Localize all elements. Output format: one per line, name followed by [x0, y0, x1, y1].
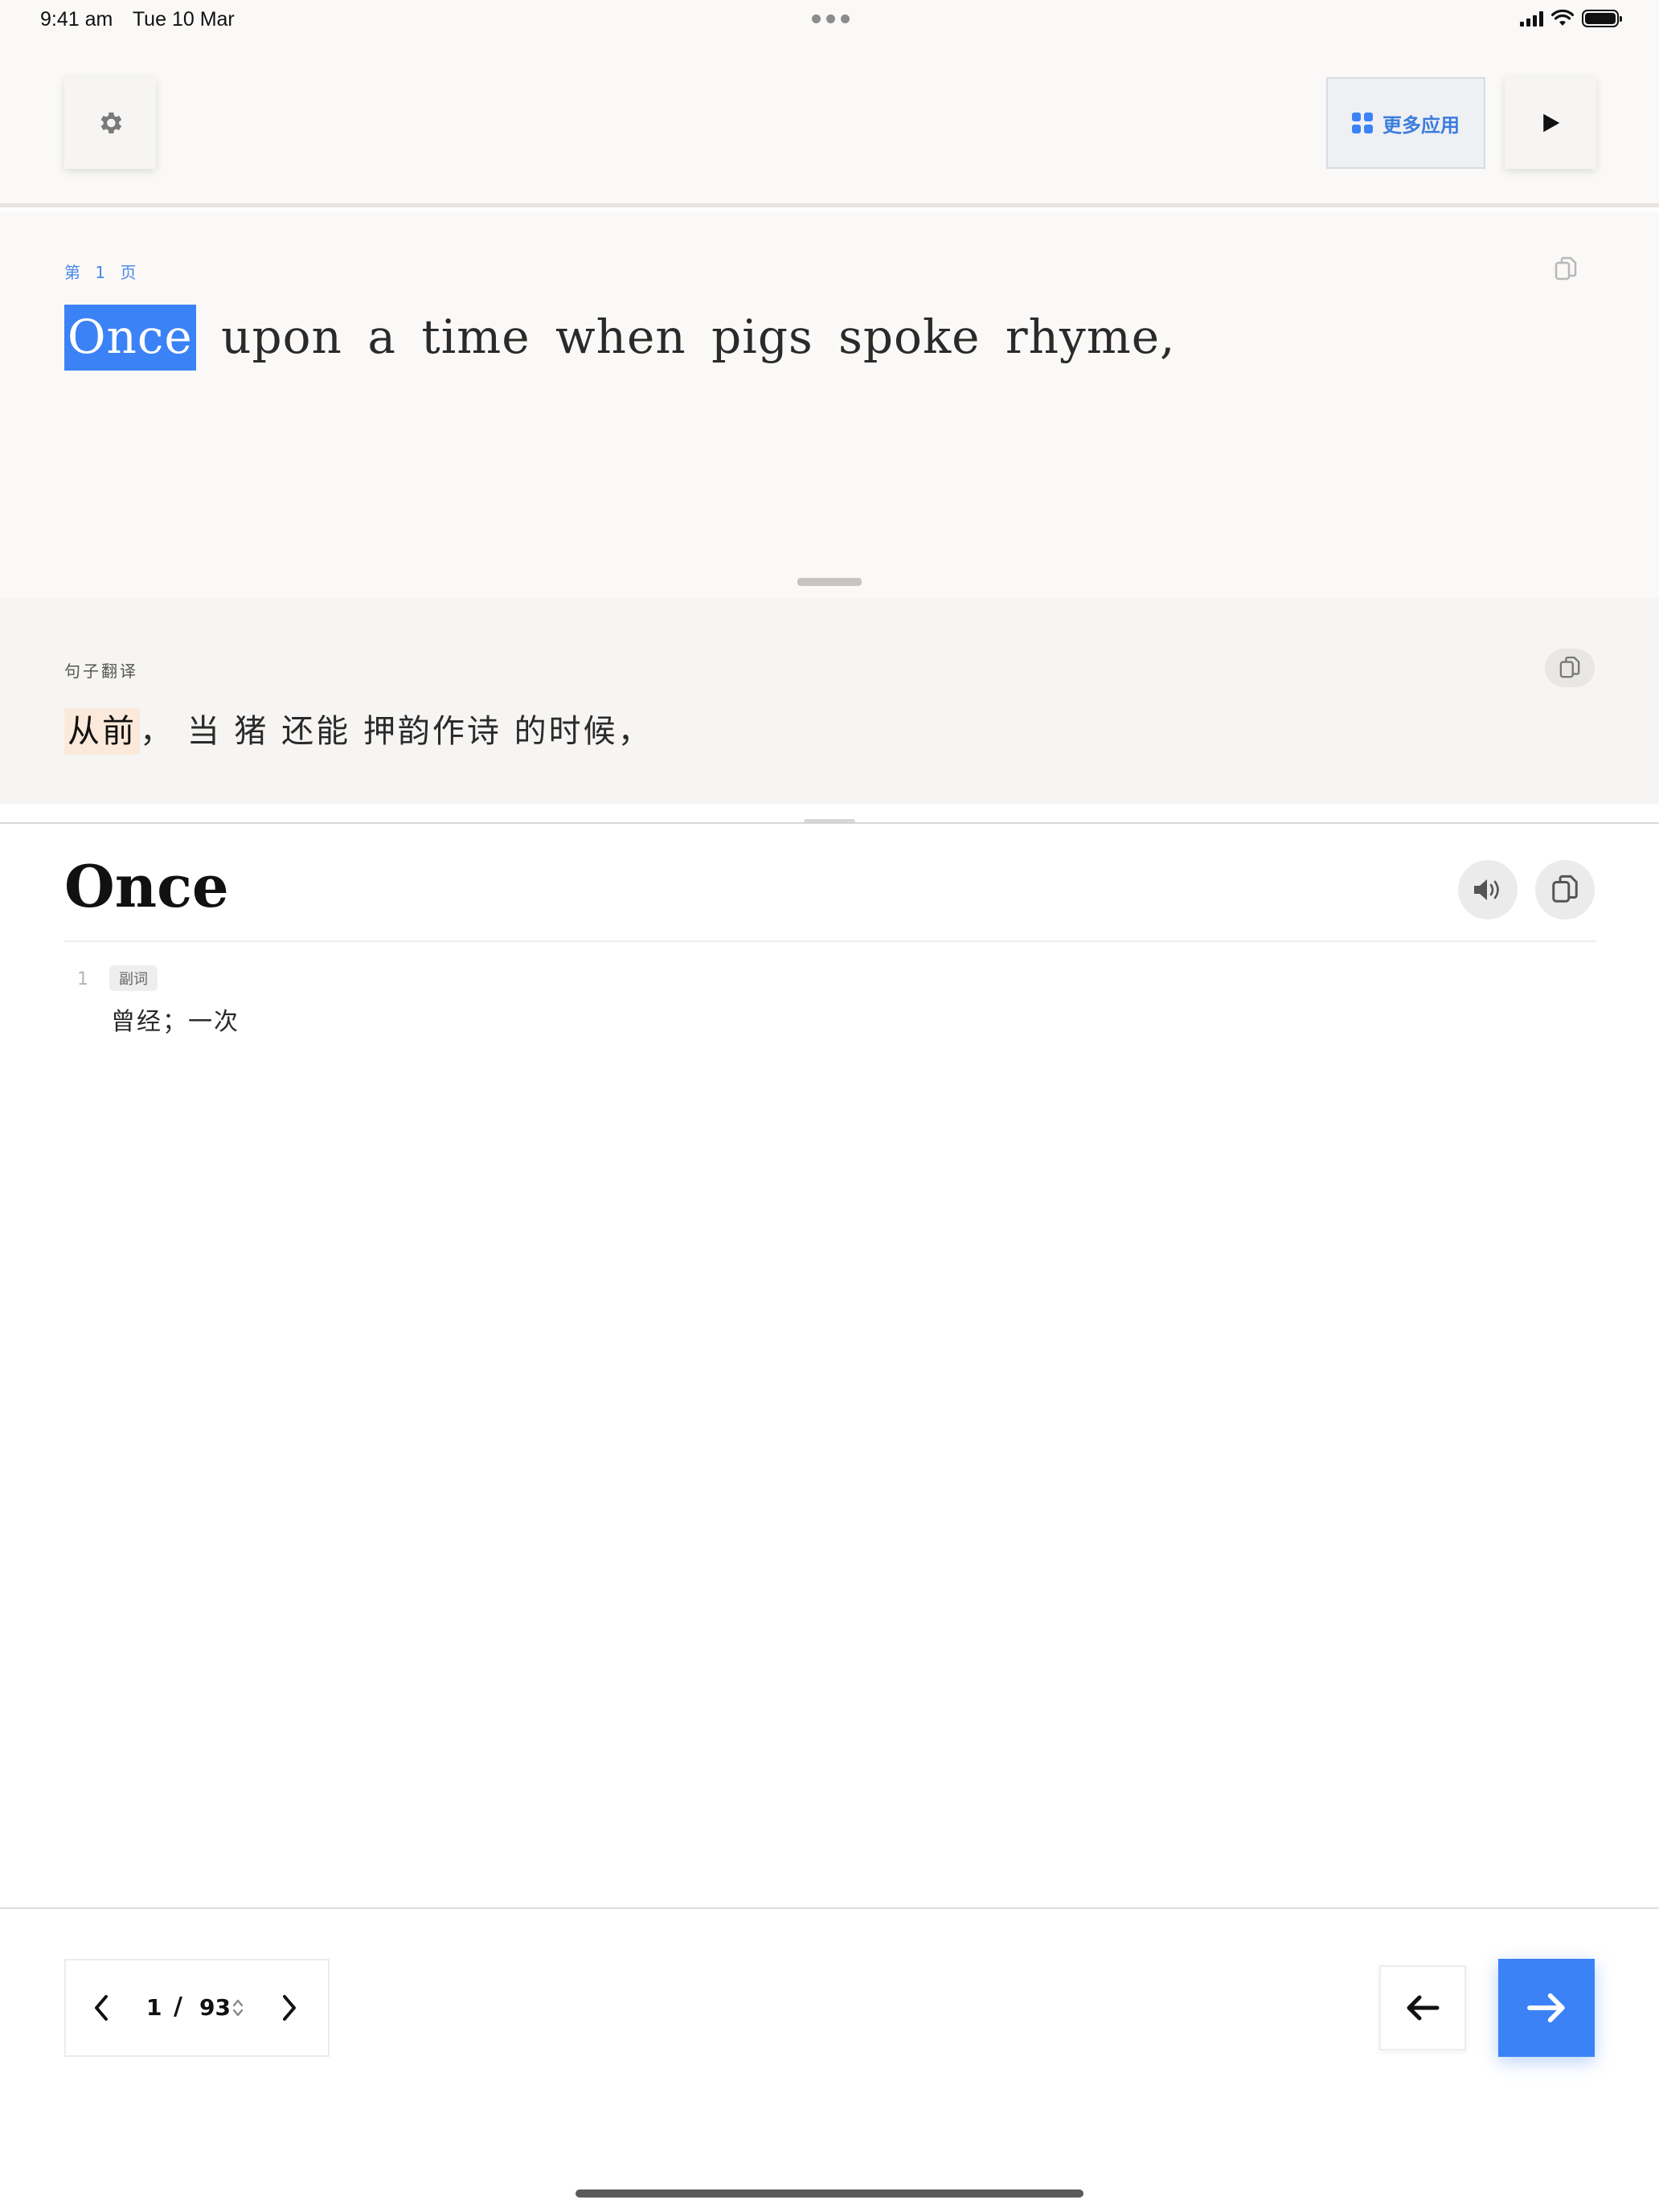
dictionary-divider	[64, 940, 1596, 942]
cellular-signal-icon	[1520, 10, 1543, 27]
status-bar: 9:41 am Tue 10 Mar	[0, 0, 1659, 42]
current-page: 1	[146, 1994, 162, 2021]
speaker-icon	[1474, 879, 1499, 900]
chevron-up-down-icon	[232, 1999, 244, 2017]
home-indicator[interactable]	[576, 2189, 1083, 2198]
next-page-button[interactable]	[281, 1994, 297, 2025]
translation-panel: 句子翻译 从前， 当 猪 还能 押韵作诗 的时候，	[0, 597, 1659, 804]
status-date: Tue 10 Mar	[132, 8, 235, 31]
gear-icon	[100, 112, 122, 134]
status-indicators	[1520, 10, 1622, 27]
total-pages[interactable]: 93	[199, 1994, 231, 2021]
copy-sentence-button[interactable]	[1555, 256, 1577, 285]
settings-button[interactable]	[64, 77, 156, 169]
definition-number: 1	[77, 969, 88, 989]
previous-sentence-button[interactable]	[1379, 1965, 1466, 2050]
page-picker-icon[interactable]	[231, 1997, 244, 2022]
copy-translation-button[interactable]	[1545, 649, 1595, 687]
translation-label: 句子翻译	[64, 662, 138, 681]
translation-highlight: 从前	[64, 708, 140, 755]
chevron-left-icon	[95, 1995, 108, 2021]
translation-rest: ， 当 猪 还能 押韵作诗 的时候，	[140, 713, 653, 750]
grid-icon	[1352, 113, 1373, 133]
sentence-word[interactable]: when	[555, 309, 686, 364]
multitasking-dots-icon[interactable]	[812, 14, 850, 23]
play-icon	[1543, 113, 1560, 133]
sentence-word[interactable]: rhyme,	[1006, 309, 1176, 364]
translation-text: 从前， 当 猪 还能 押韵作诗 的时候，	[64, 705, 653, 755]
app-screen: 9:41 am Tue 10 Mar 更多应用 第 1 页 Once upon …	[0, 0, 1659, 2212]
more-apps-label: 更多应用	[1382, 113, 1460, 137]
top-toolbar: 更多应用	[0, 42, 1659, 207]
previous-page-button[interactable]	[93, 1994, 109, 2025]
status-time-date: 9:41 am Tue 10 Mar	[40, 8, 249, 31]
sentence-word[interactable]: time	[421, 309, 530, 364]
more-apps-button[interactable]: 更多应用	[1326, 77, 1485, 169]
battery-icon	[1582, 10, 1622, 27]
dictionary-headword: Once	[64, 852, 229, 920]
sentence-word[interactable]: Once	[64, 305, 196, 371]
status-time: 9:41 am	[40, 8, 113, 31]
arrow-left-icon	[1407, 1995, 1440, 2021]
sentence-word[interactable]: upon	[221, 309, 342, 364]
definition-text: 曾经；一次	[111, 1008, 240, 1036]
bottom-divider	[0, 1907, 1659, 1909]
source-sentence: Once upon a time when pigs spoke rhyme,	[64, 305, 1185, 371]
page-selector: 1 / 93	[64, 1959, 330, 2057]
chevron-right-icon	[283, 1995, 296, 2021]
wifi-icon	[1551, 10, 1574, 26]
pronounce-button[interactable]	[1458, 860, 1518, 920]
panel-resize-handle[interactable]	[797, 578, 862, 586]
copy-icon	[1552, 875, 1578, 903]
sentence-word[interactable]: spoke	[838, 309, 980, 364]
copy-icon	[1559, 656, 1580, 678]
arrow-right-icon	[1527, 1993, 1565, 2023]
play-button[interactable]	[1505, 77, 1596, 169]
source-sentence-panel: 第 1 页 Once upon a time when pigs spoke r…	[0, 211, 1659, 597]
page-label: 第 1 页	[64, 263, 141, 282]
page-separator: /	[174, 1993, 182, 2021]
copy-word-button[interactable]	[1535, 860, 1595, 920]
sentence-word[interactable]: a	[367, 309, 396, 364]
copy-icon	[1555, 256, 1577, 281]
sentence-word[interactable]: pigs	[711, 309, 813, 364]
next-sentence-button[interactable]	[1498, 1959, 1595, 2057]
dictionary-resize-handle[interactable]	[804, 819, 855, 824]
part-of-speech-badge: 副词	[109, 965, 158, 991]
